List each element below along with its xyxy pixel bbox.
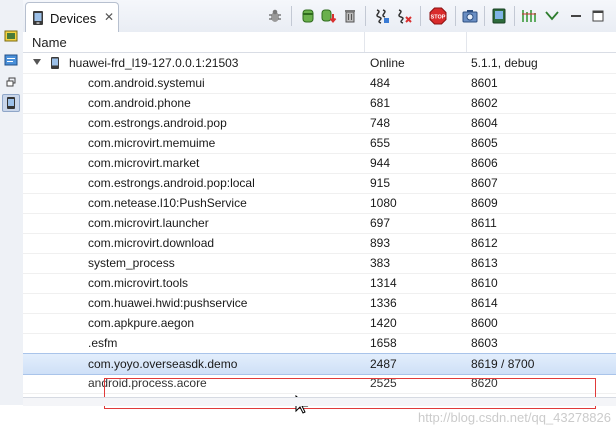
process-pid: 1420 (370, 316, 397, 330)
process-row[interactable]: com.android.phone 681 8602 (23, 93, 616, 114)
debug-icon[interactable] (266, 7, 284, 25)
process-port: 8609 (471, 196, 498, 210)
table-header: Name (23, 32, 616, 53)
process-name: com.estrongs.android.pop:local (88, 176, 255, 190)
process-row[interactable]: com.estrongs.android.pop 748 8604 (23, 113, 616, 134)
process-row[interactable]: com.microvirt.launcher 697 8611 (23, 213, 616, 234)
process-name: com.android.systemui (88, 76, 205, 90)
process-name: .esfm (88, 336, 118, 350)
process-name: com.huawei.hwid:pushservice (88, 296, 248, 310)
trash-gc-icon[interactable] (341, 7, 359, 25)
process-row[interactable]: com.microvirt.download 893 8612 (23, 233, 616, 254)
devices-view-icon[interactable] (2, 94, 20, 112)
process-port: 8601 (471, 76, 498, 90)
phone-icon (32, 10, 44, 29)
process-name: com.microvirt.tools (88, 276, 189, 290)
process-port: 8607 (471, 176, 498, 190)
view-tab-bar: Devices ✕ STOP (23, 0, 616, 33)
process-pid: 1658 (370, 336, 397, 350)
process-name: com.android.phone (88, 96, 191, 110)
stop-process-icon[interactable]: STOP (427, 7, 449, 25)
systrace-icon[interactable] (520, 7, 538, 25)
process-row[interactable]: com.microvirt.memuime 655 8605 (23, 133, 616, 154)
process-pid: 697 (370, 216, 391, 230)
process-port: 8611 (471, 216, 497, 230)
devices-view: Devices ✕ STOP Name huawei-frd_l19-127.0… (0, 0, 616, 425)
process-row[interactable]: .esfm 1658 8603 (23, 333, 616, 354)
process-name: com.microvirt.memuime (88, 136, 216, 150)
process-name: com.yoyo.overseasdk.demo (88, 357, 238, 371)
process-pid: 484 (370, 76, 391, 90)
process-port: 8600 (471, 316, 498, 330)
column-header-name[interactable]: Name (32, 35, 67, 50)
process-port: 8605 (471, 136, 498, 150)
heap-update-icon[interactable] (299, 7, 317, 25)
close-icon[interactable]: ✕ (104, 10, 114, 24)
device-view-icon[interactable] (3, 28, 19, 44)
restore-icon[interactable] (3, 74, 19, 90)
screen-capture-icon[interactable] (461, 7, 479, 25)
process-port: 8602 (471, 96, 498, 110)
process-row[interactable]: com.huawei.hwid:pushservice 1336 8614 (23, 293, 616, 314)
view-menu-icon[interactable] (543, 7, 561, 25)
process-row[interactable]: com.estrongs.android.pop:local 915 8607 (23, 173, 616, 194)
process-row[interactable]: system_process 383 8613 (23, 253, 616, 274)
process-port: 8619 / 8700 (471, 357, 535, 371)
process-pid: 655 (370, 136, 391, 150)
process-pid: 2487 (370, 357, 397, 371)
watermark: http://blog.csdn.net/qq_43278826 (418, 410, 611, 425)
thread-update-icon[interactable] (373, 7, 391, 25)
process-pid: 944 (370, 156, 391, 170)
phone-icon (50, 56, 60, 73)
device-version: 5.1.1, debug (471, 56, 538, 70)
process-row[interactable]: com.microvirt.market 944 8606 (23, 153, 616, 174)
stop-label: STOP (431, 15, 446, 21)
process-port: 8614 (471, 296, 498, 310)
device-name: huawei-frd_l19-127.0.0.1:21503 (69, 56, 239, 70)
logcat-icon[interactable] (3, 52, 19, 68)
process-port: 8612 (471, 236, 498, 250)
process-pid: 915 (370, 176, 391, 190)
process-row[interactable]: com.apkpure.aegon 1420 8600 (23, 313, 616, 334)
device-row[interactable]: huawei-frd_l19-127.0.0.1:21503 Online 5.… (23, 53, 616, 74)
tab-devices-label: Devices (50, 11, 97, 26)
process-port: 8613 (471, 256, 498, 270)
hierarchy-dump-icon[interactable] (490, 7, 508, 25)
process-pid: 383 (370, 256, 391, 270)
process-pid: 893 (370, 236, 391, 250)
minimize-icon[interactable] (567, 7, 585, 25)
process-pid: 681 (370, 96, 391, 110)
process-pid: 748 (370, 116, 391, 130)
process-name: com.netease.l10:PushService (88, 196, 247, 210)
process-name: com.apkpure.aegon (88, 316, 195, 330)
process-pid: 1336 (370, 296, 397, 310)
devices-table: Name huawei-frd_l19-127.0.0.1:21503 Onli… (23, 32, 616, 425)
maximize-icon[interactable] (589, 7, 607, 25)
process-row[interactable]: com.yoyo.overseasdk.demo 2487 8619 / 8700 (23, 353, 616, 375)
process-row[interactable]: com.netease.l10:PushService 1080 8609 (23, 193, 616, 214)
device-status: Online (370, 56, 405, 70)
process-pid: 1314 (370, 276, 397, 290)
tab-devices[interactable]: Devices ✕ (25, 2, 119, 32)
process-name: com.estrongs.android.pop (88, 116, 227, 130)
heap-dump-icon[interactable] (320, 7, 338, 25)
process-port: 8610 (471, 276, 498, 290)
method-profiling-icon[interactable] (395, 7, 413, 25)
process-port: 8606 (471, 156, 498, 170)
process-name: com.microvirt.market (88, 156, 200, 170)
process-port: 8603 (471, 336, 498, 350)
process-pid: 1080 (370, 196, 397, 210)
process-name: com.microvirt.download (88, 236, 215, 250)
process-name: com.microvirt.launcher (88, 216, 209, 230)
process-port: 8604 (471, 116, 498, 130)
collapse-toggle-icon[interactable] (33, 59, 41, 65)
process-row[interactable]: com.android.systemui 484 8601 (23, 73, 616, 94)
process-name: system_process (88, 256, 175, 270)
process-row[interactable]: com.microvirt.tools 1314 8610 (23, 273, 616, 294)
side-view-strip (0, 0, 24, 405)
